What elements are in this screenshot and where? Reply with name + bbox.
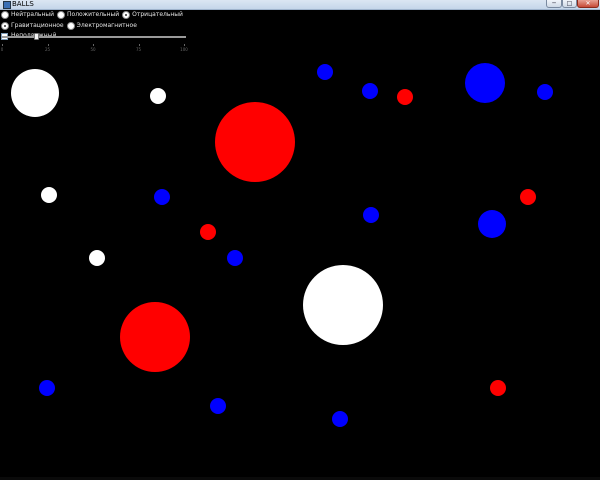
- radio-gravity-label[interactable]: Гравитационное: [11, 21, 64, 31]
- radio-positive-label[interactable]: Положительный: [67, 10, 119, 20]
- slider-tick: [47, 44, 49, 46]
- ball-negative[interactable]: [332, 411, 348, 427]
- slider-tick: [93, 44, 94, 46]
- force-radio-group: Гравитационное Электромагнитное: [0, 21, 139, 31]
- radio-neutral-label[interactable]: Нейтральный: [11, 10, 54, 20]
- ball-neutral[interactable]: [303, 265, 383, 345]
- slider-tick: [184, 44, 185, 46]
- slider-tick-label: 100: [180, 47, 188, 52]
- ball-negative[interactable]: [154, 189, 170, 205]
- minimize-button[interactable]: ─: [546, 0, 562, 8]
- ball-positive[interactable]: [120, 302, 190, 372]
- ball-positive[interactable]: [215, 102, 295, 182]
- slider-thumb[interactable]: [34, 33, 40, 40]
- maximize-button[interactable]: □: [562, 0, 577, 8]
- slider-tick-label: 75: [135, 47, 142, 52]
- radio-negative-label[interactable]: Отрицательный: [132, 10, 183, 20]
- title-bar[interactable]: BALLS ─ □ ✕: [0, 0, 600, 10]
- slider-tick: [2, 44, 3, 46]
- ball-negative[interactable]: [227, 250, 243, 266]
- ball-negative[interactable]: [317, 64, 333, 80]
- ball-neutral[interactable]: [150, 88, 166, 104]
- slider-tick-label: 0: [0, 47, 4, 52]
- ball-neutral[interactable]: [89, 250, 105, 266]
- radio-gravity[interactable]: [1, 22, 9, 30]
- radio-electromagnetic[interactable]: [66, 22, 75, 30]
- size-slider[interactable]: [2, 33, 186, 41]
- radio-negative[interactable]: [122, 11, 131, 19]
- ball-positive[interactable]: [490, 380, 506, 396]
- ball-negative[interactable]: [39, 380, 55, 396]
- slider-ticks: 0 25 50 75 100: [0, 44, 188, 56]
- ball-negative[interactable]: [362, 83, 378, 99]
- ball-negative[interactable]: [465, 63, 505, 103]
- slider-tick-label: 50: [90, 47, 96, 52]
- slider-track[interactable]: [2, 36, 186, 38]
- close-button[interactable]: ✕: [577, 0, 599, 8]
- slider-tick: [138, 44, 140, 46]
- ball-neutral[interactable]: [41, 187, 57, 203]
- ball-negative[interactable]: [363, 207, 379, 223]
- radio-electromagnetic-label[interactable]: Электромагнитное: [77, 21, 137, 31]
- radio-positive[interactable]: [57, 11, 66, 19]
- balls-canvas[interactable]: [0, 56, 600, 480]
- app-icon: [3, 1, 11, 9]
- ball-positive[interactable]: [520, 189, 536, 205]
- ball-positive[interactable]: [397, 89, 413, 105]
- ball-negative[interactable]: [537, 84, 553, 100]
- ball-neutral[interactable]: [11, 69, 59, 117]
- slider-tick-label: 25: [44, 47, 51, 52]
- charge-radio-group: Нейтральный Положительный Отрицательный: [0, 10, 185, 20]
- window-title: BALLS: [12, 0, 34, 8]
- ball-negative[interactable]: [210, 398, 226, 414]
- radio-neutral[interactable]: [1, 11, 9, 19]
- ball-positive[interactable]: [200, 224, 216, 240]
- ball-negative[interactable]: [478, 210, 506, 238]
